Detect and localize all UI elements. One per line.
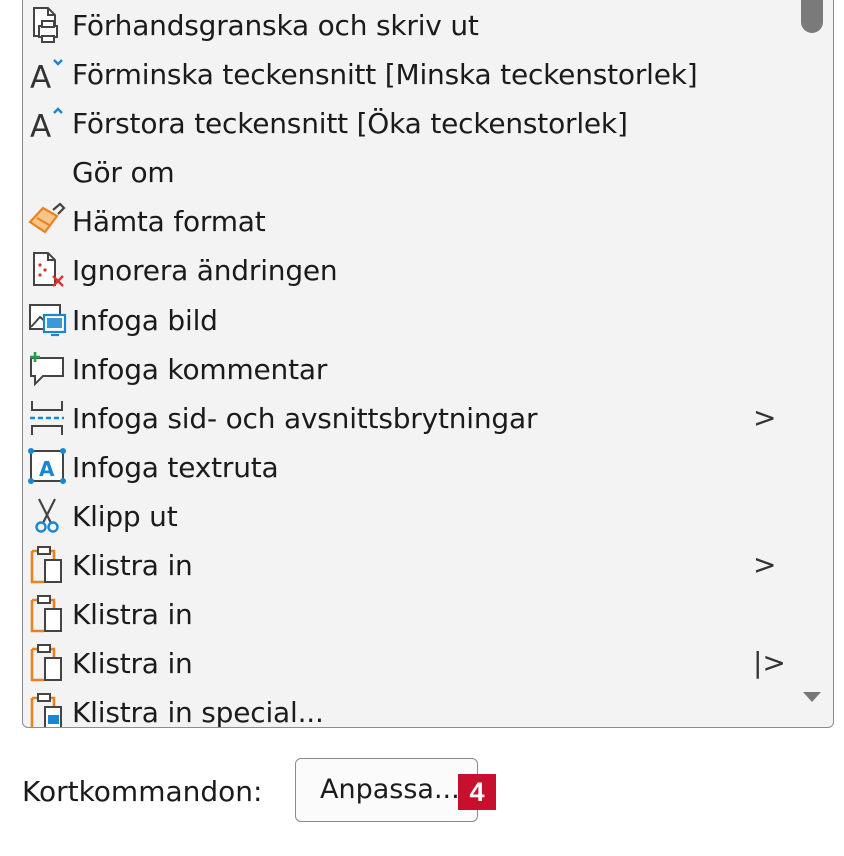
list-item-paste-3[interactable]: Klistra in |>: [23, 639, 789, 688]
list-item-label: Klistra in: [72, 647, 193, 681]
list-item-text-box[interactable]: A Infoga textruta: [23, 443, 789, 492]
print-preview-icon: [24, 6, 70, 44]
list-item-insert-picture[interactable]: Infoga bild: [23, 296, 789, 345]
list-item-label: Klistra in: [72, 598, 193, 632]
submenu-arrow: >: [753, 548, 777, 582]
list-item-format-painter[interactable]: Hämta format: [23, 197, 789, 246]
list-item-shrink-font[interactable]: A Förminska teckensnitt [Minska teckenst…: [23, 50, 789, 99]
scroll-down-arrow-icon[interactable]: [801, 689, 823, 708]
page-break-icon: [24, 399, 70, 437]
reject-change-icon: [24, 251, 70, 289]
submenu-arrow: >: [753, 400, 777, 434]
vertical-scrollbar[interactable]: [793, 0, 833, 727]
list-item-reject-change[interactable]: Ignorera ändringen: [23, 246, 789, 295]
commands-list: Förhandsgranska och skriv ut A Förminska…: [23, 1, 789, 728]
scissors-icon: [24, 497, 70, 535]
svg-text:A: A: [30, 109, 51, 142]
paste-icon: [24, 546, 70, 584]
split-submenu-arrow: |>: [753, 646, 786, 680]
list-item-label: Ignorera ändringen: [72, 254, 338, 288]
text-box-icon: A: [24, 447, 70, 486]
list-item-label: Klistra in special...: [72, 696, 324, 728]
insert-picture-icon: [24, 301, 70, 339]
paste-icon: [24, 644, 70, 682]
list-item-label: Infoga kommentar: [72, 352, 328, 386]
list-item-redo[interactable]: Gör om: [23, 148, 789, 197]
format-painter-icon: [24, 202, 70, 240]
svg-text:A: A: [30, 60, 51, 93]
list-item-print-preview[interactable]: Förhandsgranska och skriv ut: [23, 1, 789, 50]
list-item-insert-comment[interactable]: Infoga kommentar: [23, 345, 789, 394]
grow-font-icon: A: [24, 104, 70, 142]
list-item-label: Förstora teckensnitt [Öka teckenstorlek]: [72, 107, 628, 141]
list-item-label: Förminska teckensnitt [Minska teckenstor…: [72, 58, 698, 92]
customize-button[interactable]: Anpassa...: [295, 758, 478, 822]
list-item-label: Förhandsgranska och skriv ut: [72, 9, 479, 42]
scrollbar-thumb[interactable]: [801, 0, 823, 33]
shrink-font-icon: A: [24, 55, 70, 93]
list-item-paste-1[interactable]: Klistra in >: [23, 541, 789, 590]
list-item-cut[interactable]: Klipp ut: [23, 492, 789, 541]
insert-comment-icon: [24, 350, 70, 388]
list-item-label: Gör om: [72, 156, 175, 190]
paste-icon: [24, 595, 70, 633]
commands-listbox[interactable]: Förhandsgranska och skriv ut A Förminska…: [22, 0, 834, 728]
shortcut-label: Kortkommandon:: [22, 775, 263, 808]
list-item-page-breaks[interactable]: Infoga sid- och avsnittsbrytningar >: [23, 394, 789, 443]
paste-special-icon: [24, 693, 70, 727]
list-item-label: Infoga bild: [72, 303, 218, 337]
callout-badge: 4: [458, 774, 496, 810]
list-item-label: Infoga sid- och avsnittsbrytningar: [72, 401, 538, 435]
list-item-grow-font[interactable]: A Förstora teckensnitt [Öka teckenstorle…: [23, 99, 789, 148]
list-item-label: Hämta format: [72, 205, 266, 239]
list-item-paste-2[interactable]: Klistra in: [23, 590, 789, 639]
list-item-label: Klistra in: [72, 549, 193, 583]
list-item-label: Klipp ut: [72, 499, 178, 533]
list-item-label: Infoga textruta: [72, 450, 279, 484]
svg-text:A: A: [39, 457, 55, 481]
list-item-paste-special[interactable]: Klistra in special...: [23, 688, 789, 728]
